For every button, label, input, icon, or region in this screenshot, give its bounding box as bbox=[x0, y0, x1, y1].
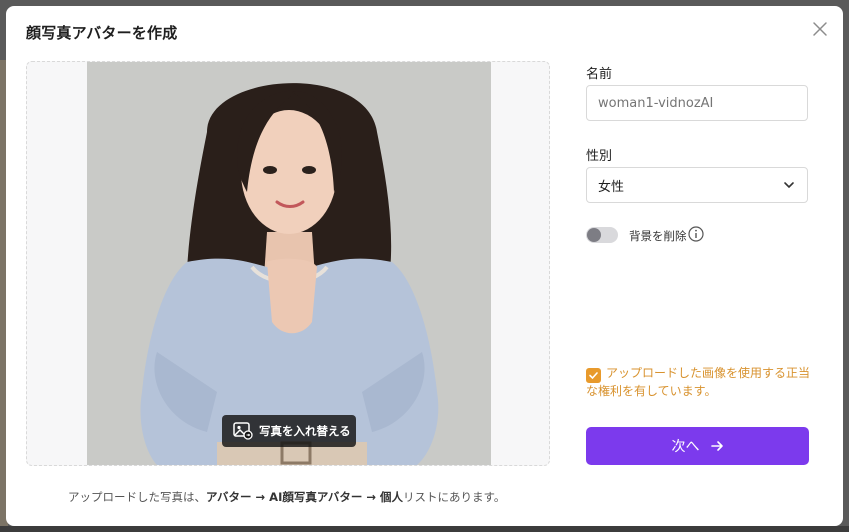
info-icon[interactable] bbox=[688, 226, 704, 242]
gender-value: 女性 bbox=[598, 179, 625, 195]
replace-photo-label: 写真を入れ替える bbox=[259, 424, 351, 438]
photo-upload-area[interactable]: 写真を入れ替える bbox=[26, 61, 550, 466]
remove-background-label: 背景を削除 bbox=[629, 229, 687, 243]
next-button-label: 次へ bbox=[671, 439, 700, 455]
create-photo-avatar-dialog: 顔写真アバターを作成 写真を入れ替える アップロードした写真は、アバター → A… bbox=[6, 6, 843, 526]
note-prefix: アップロードした写真は、 bbox=[68, 490, 206, 504]
arrow-right-icon bbox=[710, 441, 723, 451]
replace-photo-button[interactable]: 写真を入れ替える bbox=[222, 415, 356, 447]
uploaded-photo bbox=[87, 62, 491, 465]
name-label: 名前 bbox=[586, 67, 613, 82]
close-icon[interactable] bbox=[811, 20, 829, 38]
upload-location-note: アップロードした写真は、アバター → AI顔写真アバター → 個人リストにありま… bbox=[68, 489, 505, 505]
chevron-down-icon bbox=[784, 182, 794, 189]
gender-label: 性別 bbox=[586, 149, 613, 164]
dialog-title: 顔写真アバターを作成 bbox=[26, 24, 178, 42]
image-replace-icon bbox=[233, 422, 253, 440]
remove-background-toggle[interactable] bbox=[586, 227, 618, 243]
background-page-strip-bottom bbox=[0, 526, 849, 532]
rights-consent-text: アップロードした画像を使用する正当な権利を有しています。 bbox=[586, 366, 811, 398]
note-path: アバター → AI顔写真アバター → 個人 bbox=[206, 490, 404, 504]
next-button[interactable]: 次へ bbox=[586, 427, 809, 465]
gender-select[interactable]: 女性 bbox=[586, 167, 808, 203]
toggle-knob bbox=[587, 228, 601, 242]
note-suffix: リストにあります。 bbox=[403, 490, 506, 504]
name-input[interactable] bbox=[586, 85, 808, 121]
